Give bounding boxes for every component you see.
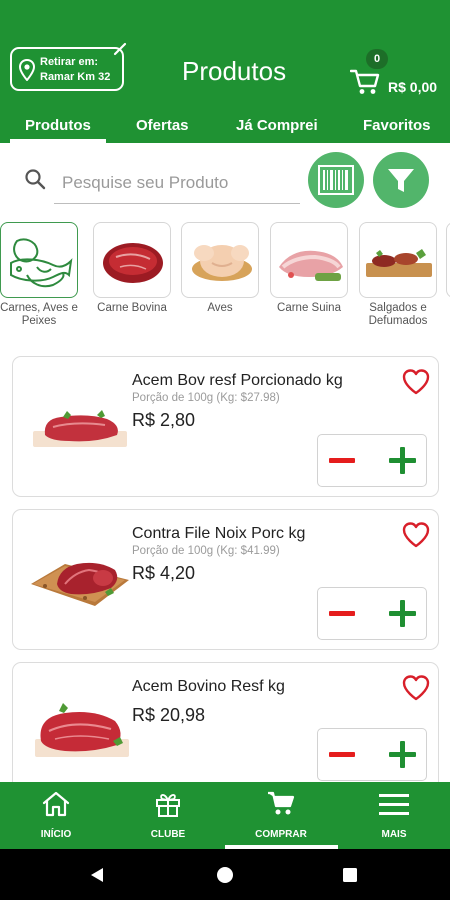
category-image [270, 222, 348, 298]
product-portion: Porção de 100g (Kg: $27.98) [132, 392, 280, 404]
product-price: R$ 2,80 [132, 410, 196, 430]
decrease-quantity-button[interactable] [329, 752, 355, 757]
product-portion: Porção de 100g (Kg: $41.99) [132, 545, 280, 557]
menu-icon [379, 794, 409, 815]
category-image [93, 222, 171, 298]
tab-ja-comprei[interactable]: Já Comprei [236, 117, 318, 134]
category-next-partial[interactable] [446, 222, 450, 298]
product-price: R$ 20,98 [132, 705, 206, 725]
nav-item-clube[interactable]: CLUBE [112, 782, 224, 849]
favorite-heart-icon[interactable] [401, 521, 431, 549]
barcode-scan-button[interactable] [308, 152, 364, 208]
category-label: Aves [207, 302, 233, 314]
cart-icon [268, 791, 295, 815]
category-label: Carne Bovina [97, 302, 167, 314]
favorite-heart-icon[interactable] [401, 674, 431, 702]
back-icon[interactable] [88, 866, 106, 884]
app-header: Retirar em: Ramar Km 32 Produtos 0 R$ 0,… [0, 0, 450, 143]
category-carousel: Carnes, Aves e Peixes Carne Bovina Aves … [0, 222, 450, 347]
category-image [359, 222, 437, 298]
increase-quantity-button-vertical[interactable] [400, 447, 405, 474]
product-image-acem-porcionado [33, 410, 127, 447]
location-pin-icon [18, 59, 36, 81]
category-aves[interactable]: Aves [181, 222, 259, 315]
pickup-store-name: Ramar Km 32 [40, 71, 111, 83]
product-name[interactable]: Acem Bovino Resf kg [132, 678, 285, 696]
cart-total: R$ 0,00 [388, 79, 438, 95]
category-image [446, 222, 450, 298]
top-tabs: Produtos Ofertas Já Comprei Favoritos [0, 112, 450, 143]
product-price: R$ 4,20 [132, 563, 196, 583]
cured-meats-image [366, 249, 432, 277]
category-label: Carnes, Aves e Peixes [0, 302, 78, 327]
category-carnes-aves-peixes[interactable]: Carnes, Aves e Peixes [0, 222, 78, 328]
system-navigation-bar [0, 849, 450, 900]
category-label: Carne Suina [277, 302, 341, 314]
category-carne-bovina[interactable]: Carne Bovina [93, 222, 171, 315]
product-image-contra-file [31, 562, 129, 606]
page-title: Produtos [182, 56, 287, 86]
favorite-heart-icon[interactable] [401, 368, 431, 396]
barcode-icon [318, 165, 354, 195]
product-name[interactable]: Acem Bov resf Porcionado kg [132, 372, 343, 390]
bottom-navigation: INÍCIO CLUBE COMPRAR MAIS [0, 782, 450, 849]
tab-favoritos[interactable]: Favoritos [363, 117, 431, 134]
shopping-cart-icon [350, 69, 380, 94]
meat-fish-outline-icon [10, 238, 73, 288]
quantity-stepper [317, 434, 427, 487]
decrease-quantity-button[interactable] [329, 458, 355, 463]
chicken-image [192, 245, 252, 281]
gift-icon [156, 794, 180, 817]
filter-button[interactable] [373, 152, 429, 208]
app-screen: Retirar em: Ramar Km 32 Produtos 0 R$ 0,… [0, 0, 450, 900]
pickup-location-button[interactable]: Retirar em: Ramar Km 32 [10, 42, 127, 91]
tab-ofertas[interactable]: Ofertas [136, 117, 189, 134]
home-icon [42, 791, 70, 817]
tab-produtos[interactable]: Produtos [25, 117, 91, 134]
product-image-acem-bovino [35, 703, 129, 757]
nav-label: COMPRAR [255, 829, 307, 840]
beef-cut-image [103, 243, 163, 283]
quantity-stepper [317, 587, 427, 640]
nav-label: CLUBE [150, 829, 186, 840]
recent-apps-icon[interactable] [342, 867, 358, 883]
increase-quantity-button-vertical[interactable] [400, 600, 405, 627]
cart-count-badge: 0 [366, 49, 388, 69]
nav-item-inicio[interactable]: INÍCIO [0, 782, 112, 849]
nav-item-mais[interactable]: MAIS [338, 782, 450, 849]
product-card[interactable]: Contra File Noix Porc kg Porção de 100g … [12, 509, 439, 650]
quantity-stepper [317, 728, 427, 781]
product-card[interactable]: Acem Bov resf Porcionado kg Porção de 10… [12, 356, 439, 497]
increase-quantity-button-vertical[interactable] [400, 741, 405, 768]
product-name[interactable]: Contra File Noix Porc kg [132, 525, 305, 543]
pork-cut-image [279, 250, 343, 281]
nav-label: MAIS [381, 829, 407, 840]
category-carne-suina[interactable]: Carne Suina [270, 222, 348, 315]
nav-label: INÍCIO [40, 829, 72, 840]
filter-funnel-icon [388, 169, 414, 192]
category-image [181, 222, 259, 298]
pickup-label: Retirar em: [40, 56, 99, 68]
home-circle-icon[interactable] [216, 866, 234, 884]
edit-pencil-icon [113, 42, 127, 56]
header-cart-button[interactable]: 0 R$ 0,00 [348, 48, 444, 98]
active-tab-indicator [10, 139, 106, 143]
category-image [0, 222, 78, 298]
category-salgados-defumados[interactable]: Salgados e Defumados [359, 222, 437, 328]
search-icon [25, 169, 46, 190]
category-label: Salgados e Defumados [368, 302, 428, 327]
search-input[interactable] [54, 162, 300, 204]
decrease-quantity-button[interactable] [329, 611, 355, 616]
nav-item-comprar[interactable]: COMPRAR [225, 782, 337, 849]
